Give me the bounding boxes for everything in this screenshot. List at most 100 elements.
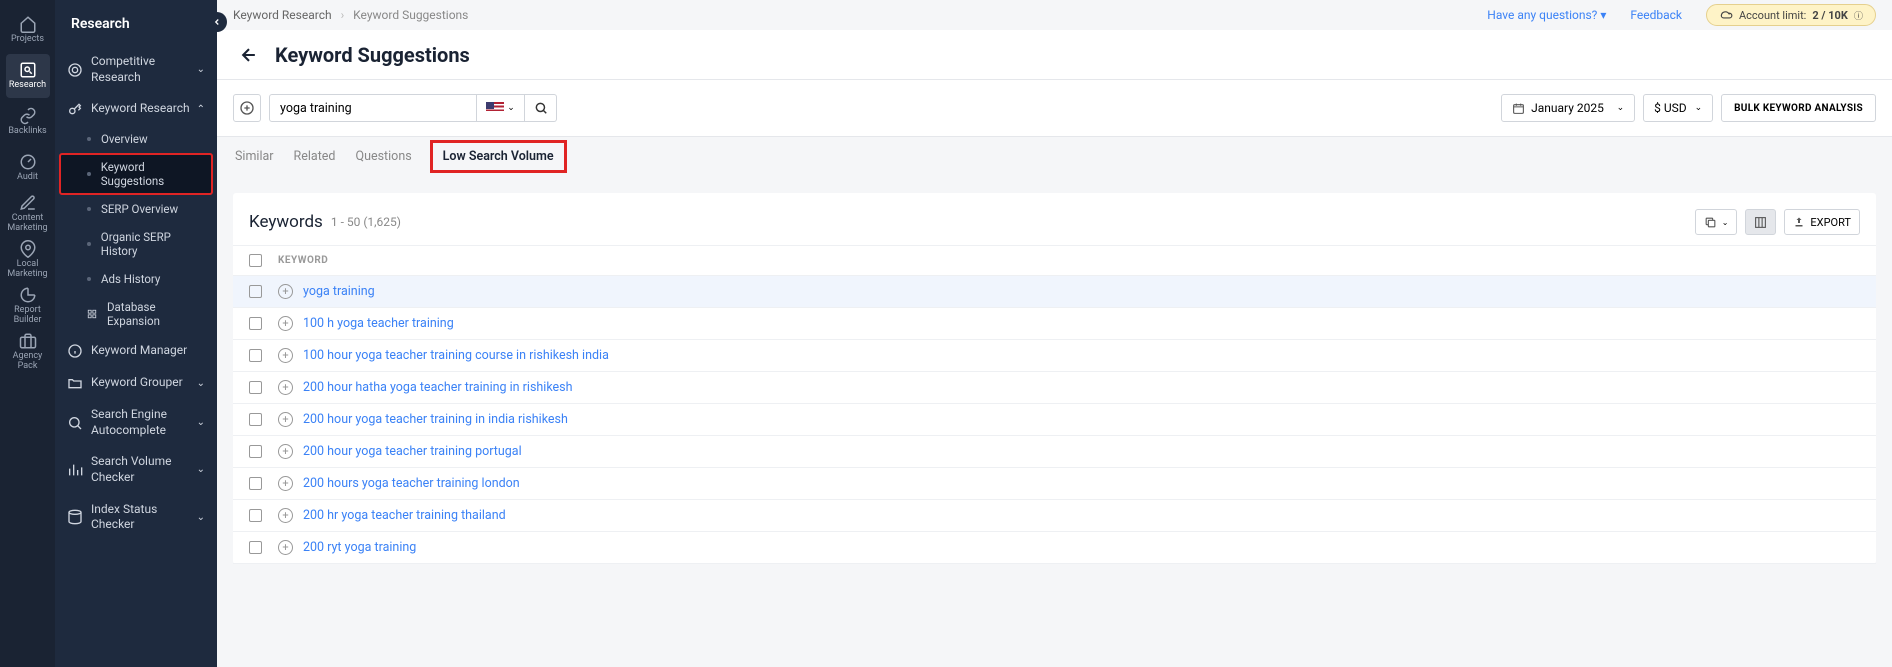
home-icon: [19, 15, 37, 33]
expand-button[interactable]: +: [278, 412, 293, 427]
sidebar-item-label: Database Expansion: [107, 300, 205, 328]
keyword-link[interactable]: 100 h yoga teacher training: [303, 316, 454, 331]
feedback-link[interactable]: Feedback: [1630, 8, 1682, 22]
row-checkbox[interactable]: [249, 381, 262, 394]
row-checkbox[interactable]: [249, 285, 262, 298]
nav-projects[interactable]: Projects: [6, 8, 50, 52]
chevron-down-icon: ⌄: [197, 378, 205, 389]
sidebar-keyword-manager[interactable]: Keyword Manager: [55, 335, 217, 367]
keyword-link[interactable]: 200 hour yoga teacher training portugal: [303, 444, 522, 459]
row-checkbox[interactable]: [249, 477, 262, 490]
tab-questions[interactable]: Questions: [353, 145, 413, 168]
arrow-left-icon: [239, 45, 259, 65]
card-header: Keywords 1 - 50 (1,625) ⌄ EXPORT: [233, 193, 1876, 245]
sidebar-sub-suggestions[interactable]: Keyword Suggestions: [59, 153, 213, 195]
row-checkbox[interactable]: [249, 509, 262, 522]
tab-low-search-volume[interactable]: Low Search Volume: [430, 140, 567, 173]
columns-icon: [1754, 216, 1767, 229]
select-all-checkbox[interactable]: [249, 254, 262, 267]
plus-circle-icon: [239, 100, 255, 116]
row-checkbox[interactable]: [249, 317, 262, 330]
keyword-link[interactable]: 200 hour hatha yoga teacher training in …: [303, 380, 573, 395]
nav-content[interactable]: Content Marketing: [6, 192, 50, 236]
sidebar-volume-checker[interactable]: Search Volume Checker ⌄: [55, 446, 217, 493]
expand-button[interactable]: +: [278, 540, 293, 555]
tab-related[interactable]: Related: [292, 145, 338, 168]
sidebar-sub-organic-history[interactable]: Organic SERP History: [55, 223, 217, 265]
keyword-link[interactable]: 200 hour yoga teacher training in india …: [303, 412, 568, 427]
questions-link[interactable]: Have any questions? ▾: [1487, 8, 1606, 22]
chevron-left-icon: [212, 17, 222, 27]
keyword-link[interactable]: 200 ryt yoga training: [303, 540, 416, 555]
tab-similar[interactable]: Similar: [233, 145, 276, 168]
sidebar-item-label: Keyword Grouper: [91, 375, 197, 391]
row-checkbox[interactable]: [249, 445, 262, 458]
chevron-down-icon: ⌄: [197, 64, 205, 75]
chevron-down-icon: ⌄: [1722, 218, 1729, 227]
collapse-sidebar-button[interactable]: [207, 12, 227, 32]
chevron-down-icon: ⌄: [1617, 103, 1625, 113]
info-icon: [67, 343, 83, 359]
date-select[interactable]: January 2025 ⌄: [1501, 94, 1635, 122]
sidebar-autocomplete[interactable]: Search Engine Autocomplete ⌄: [55, 399, 217, 446]
sidebar-keyword-grouper[interactable]: Keyword Grouper ⌄: [55, 367, 217, 399]
nav-agency[interactable]: Agency Pack: [6, 330, 50, 374]
row-checkbox[interactable]: [249, 349, 262, 362]
expand-button[interactable]: +: [278, 284, 293, 299]
sidebar-item-label: Ads History: [101, 272, 160, 286]
column-keyword[interactable]: KEYWORD: [278, 255, 328, 266]
keyword-link[interactable]: 100 hour yoga teacher training course in…: [303, 348, 609, 363]
copy-button[interactable]: ⌄: [1695, 209, 1738, 235]
currency-select[interactable]: $ USD ⌄: [1643, 94, 1713, 122]
nav-label: Backlinks: [8, 127, 46, 137]
bulk-analysis-button[interactable]: BULK KEYWORD ANALYSIS: [1721, 94, 1876, 122]
keyword-link[interactable]: yoga training: [303, 284, 375, 299]
add-keyword-button[interactable]: [233, 94, 261, 122]
table-row: +200 hr yoga teacher training thailand: [233, 500, 1876, 532]
keyword-link[interactable]: 200 hr yoga teacher training thailand: [303, 508, 506, 523]
columns-button[interactable]: [1745, 209, 1776, 235]
row-checkbox[interactable]: [249, 413, 262, 426]
nav-label: Report Builder: [6, 306, 50, 326]
back-button[interactable]: [233, 39, 265, 71]
breadcrumb-root[interactable]: Keyword Research: [233, 8, 332, 22]
sidebar-item-label: Keyword Suggestions: [101, 160, 203, 188]
account-label: Account limit:: [1739, 9, 1806, 22]
sidebar: Research Competitive Research ⌄ Keyword …: [55, 0, 217, 667]
account-limit-badge[interactable]: Account limit: 2 / 10K ⓘ: [1706, 4, 1876, 26]
expand-button[interactable]: +: [278, 316, 293, 331]
sidebar-item-label: Keyword Manager: [91, 343, 205, 359]
date-label: January 2025: [1531, 101, 1610, 115]
sidebar-sub-ads-history[interactable]: Ads History: [55, 265, 217, 293]
sidebar-keyword-research[interactable]: Keyword Research ⌃: [55, 93, 217, 125]
calendar-icon: [1512, 102, 1525, 115]
sidebar-sub-db-expansion[interactable]: Database Expansion: [55, 293, 217, 335]
sidebar-sub-serp-overview[interactable]: SERP Overview: [55, 195, 217, 223]
sidebar-sub-overview[interactable]: Overview: [55, 125, 217, 153]
keyword-link[interactable]: 200 hours yoga teacher training london: [303, 476, 520, 491]
nav-backlinks[interactable]: Backlinks: [6, 100, 50, 144]
keyword-input[interactable]: [269, 94, 477, 122]
country-select[interactable]: ⌄: [477, 94, 525, 122]
search-button[interactable]: [525, 94, 557, 122]
expand-button[interactable]: +: [278, 508, 293, 523]
table-row: +200 hour hatha yoga teacher training in…: [233, 372, 1876, 404]
table-header: KEYWORD: [233, 245, 1876, 276]
tabs: Similar Related Questions Low Search Vol…: [217, 137, 1892, 175]
sidebar-item-label: Organic SERP History: [101, 230, 205, 258]
expand-button[interactable]: +: [278, 348, 293, 363]
table-row: +200 hour yoga teacher training portugal: [233, 436, 1876, 468]
nav-audit[interactable]: Audit: [6, 146, 50, 190]
nav-report[interactable]: Report Builder: [6, 284, 50, 328]
sidebar-index-status[interactable]: Index Status Checker ⌄: [55, 494, 217, 541]
caret-down-icon: ▾: [1600, 8, 1606, 22]
nav-label: Local Marketing: [6, 260, 50, 280]
expand-button[interactable]: +: [278, 380, 293, 395]
row-checkbox[interactable]: [249, 541, 262, 554]
export-button[interactable]: EXPORT: [1784, 209, 1860, 235]
sidebar-competitive-research[interactable]: Competitive Research ⌄: [55, 46, 217, 93]
expand-button[interactable]: +: [278, 476, 293, 491]
nav-local[interactable]: Local Marketing: [6, 238, 50, 282]
nav-research[interactable]: Research: [6, 54, 50, 98]
expand-button[interactable]: +: [278, 444, 293, 459]
